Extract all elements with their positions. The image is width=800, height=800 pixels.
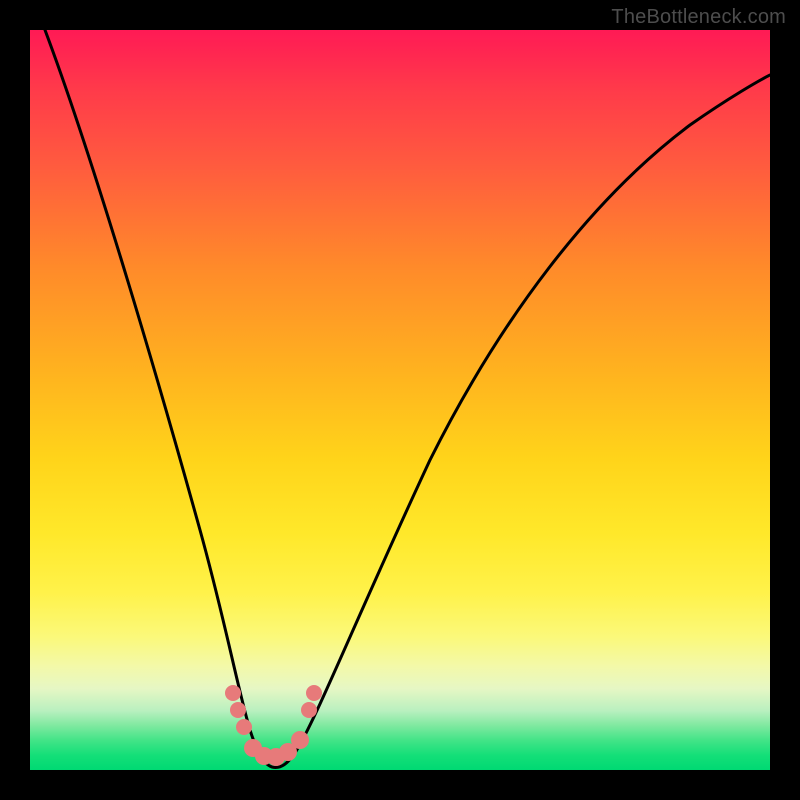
highlight-dots — [225, 685, 322, 766]
watermark-text: TheBottleneck.com — [611, 6, 786, 29]
plot-area — [30, 30, 770, 770]
curve-layer — [30, 30, 770, 770]
bottleneck-curve — [45, 30, 770, 767]
outer-frame: TheBottleneck.com — [0, 0, 800, 800]
